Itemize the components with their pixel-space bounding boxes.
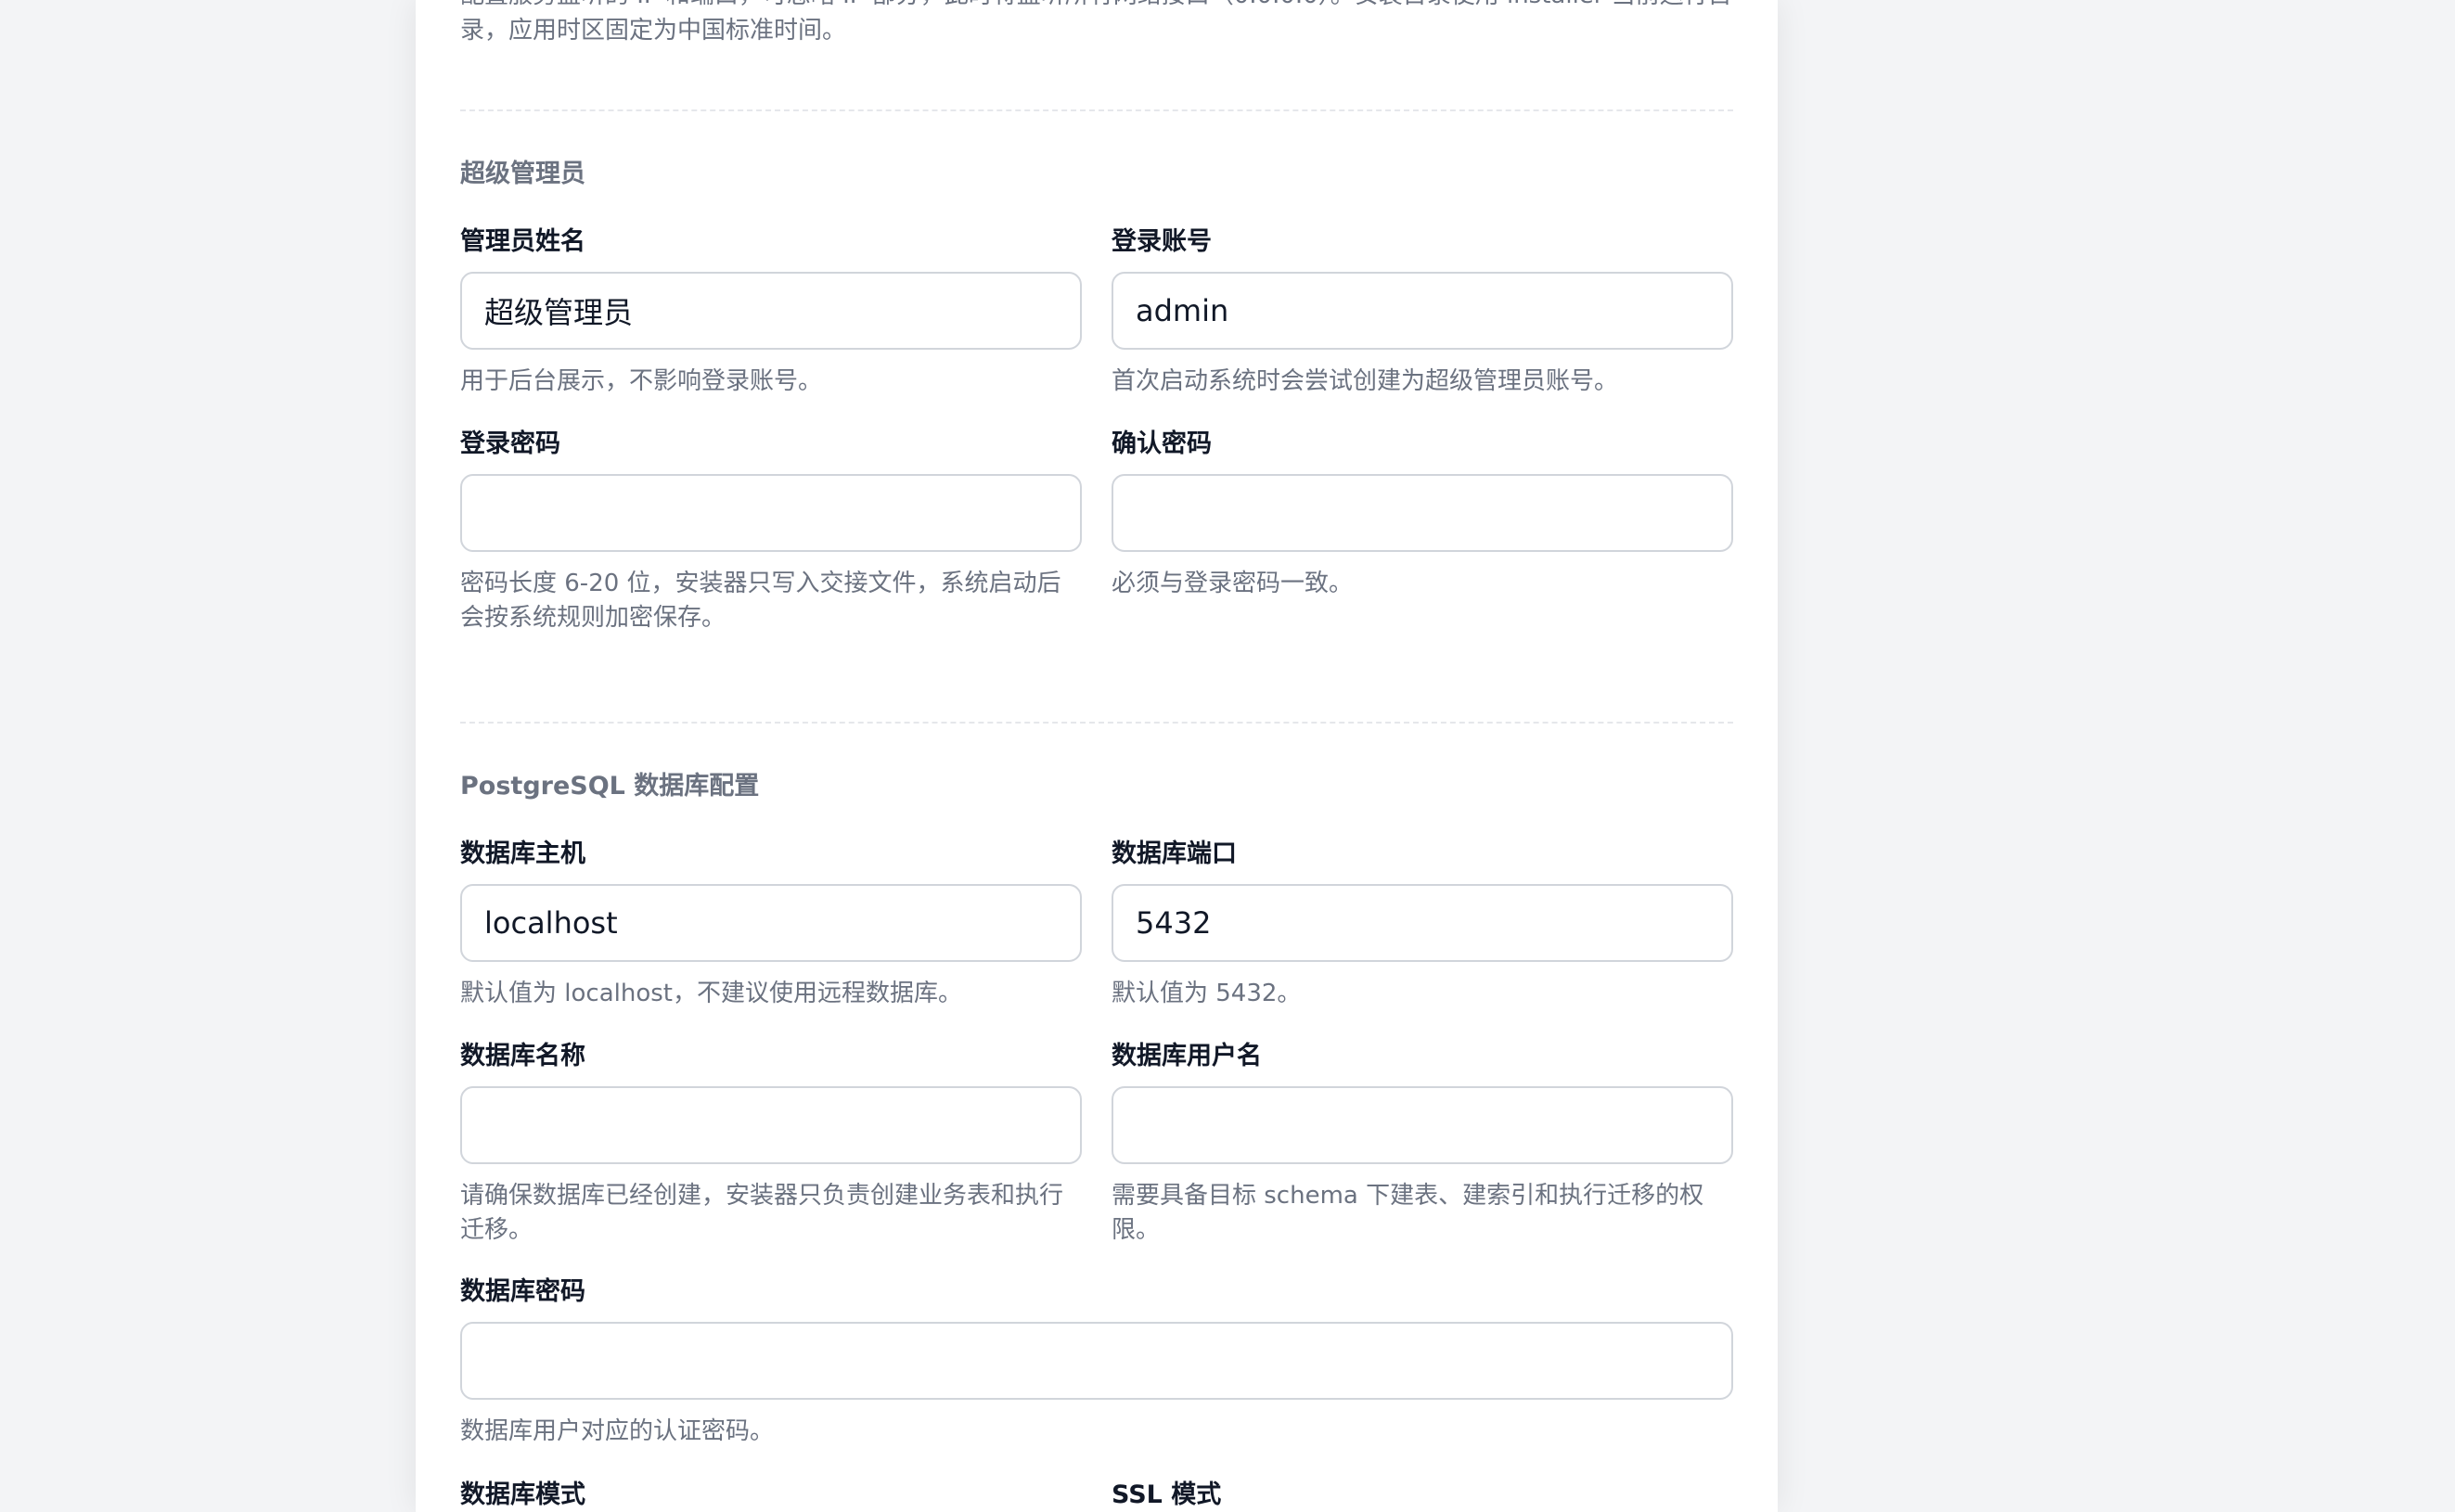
ssl-mode-label: SSL 模式	[1112, 1480, 1222, 1509]
login-password-hint: 密码长度 6-20 位，安装器只写入交接文件，系统启动后会按系统规则加密保存。	[460, 570, 1061, 632]
login-account-field: 登录账号 首次启动系统时会尝试创建为超级管理员账号。	[1112, 225, 1733, 399]
db-name-field: 数据库名称 请确保数据库已经创建，安装器只负责创建业务表和执行迁移。	[460, 1040, 1082, 1248]
db-password-hint: 数据库用户对应的认证密码。	[460, 1417, 775, 1445]
login-password-input[interactable]	[460, 474, 1082, 552]
admin-name-input[interactable]	[460, 272, 1082, 350]
db-user-field: 数据库用户名 需要具备目标 schema 下建表、建索引和执行迁移的权限。	[1112, 1040, 1733, 1248]
section-divider	[460, 722, 1733, 724]
section-divider	[460, 109, 1733, 111]
admin-section-title: 超级管理员	[460, 160, 585, 188]
server-section-description: 配置服务监听的 IP 和端口，可忽略 IP 部分，此时将监听所有网络接口（0.0…	[460, 0, 1732, 45]
login-account-hint: 首次启动系统时会尝试创建为超级管理员账号。	[1112, 367, 1619, 395]
db-name-input[interactable]	[460, 1086, 1082, 1164]
db-user-label: 数据库用户名	[1112, 1042, 1262, 1070]
login-password-label: 登录密码	[460, 429, 560, 458]
db-password-label: 数据库密码	[460, 1277, 585, 1306]
db-password-field: 数据库密码 数据库用户对应的认证密码。	[460, 1275, 1733, 1449]
confirm-password-field: 确认密码 必须与登录密码一致。	[1112, 428, 1733, 601]
db-port-field: 数据库端口 默认值为 5432。	[1112, 838, 1733, 1011]
confirm-password-hint: 必须与登录密码一致。	[1112, 570, 1354, 597]
ssl-mode-field: SSL 模式	[1112, 1479, 1733, 1512]
db-name-label: 数据库名称	[460, 1042, 585, 1070]
db-user-input[interactable]	[1112, 1086, 1733, 1164]
db-name-hint: 请确保数据库已经创建，安装器只负责创建业务表和执行迁移。	[460, 1182, 1064, 1244]
db-password-input[interactable]	[460, 1322, 1733, 1400]
db-port-hint: 默认值为 5432。	[1112, 980, 1302, 1007]
confirm-password-input[interactable]	[1112, 474, 1733, 552]
db-section-title: PostgreSQL 数据库配置	[460, 772, 760, 801]
db-host-field: 数据库主机 默认值为 localhost，不建议使用远程数据库。	[460, 838, 1082, 1011]
db-host-label: 数据库主机	[460, 839, 585, 868]
db-host-input[interactable]	[460, 884, 1082, 962]
db-port-input[interactable]	[1112, 884, 1733, 962]
confirm-password-label: 确认密码	[1112, 429, 1212, 458]
db-schema-label: 数据库模式	[460, 1480, 585, 1509]
db-user-hint: 需要具备目标 schema 下建表、建索引和执行迁移的权限。	[1112, 1182, 1704, 1244]
login-account-label: 登录账号	[1112, 227, 1212, 256]
admin-name-hint: 用于后台展示，不影响登录账号。	[460, 367, 823, 395]
db-schema-field: 数据库模式	[460, 1479, 1082, 1512]
db-host-hint: 默认值为 localhost，不建议使用远程数据库。	[460, 980, 962, 1007]
login-password-field: 登录密码 密码长度 6-20 位，安装器只写入交接文件，系统启动后会按系统规则加…	[460, 428, 1082, 635]
installer-panel: 配置服务监听的 IP 和端口，可忽略 IP 部分，此时将监听所有网络接口（0.0…	[416, 0, 1778, 1512]
admin-name-label: 管理员姓名	[460, 227, 585, 256]
db-port-label: 数据库端口	[1112, 839, 1237, 868]
admin-name-field: 管理员姓名 用于后台展示，不影响登录账号。	[460, 225, 1082, 399]
login-account-input[interactable]	[1112, 272, 1733, 350]
